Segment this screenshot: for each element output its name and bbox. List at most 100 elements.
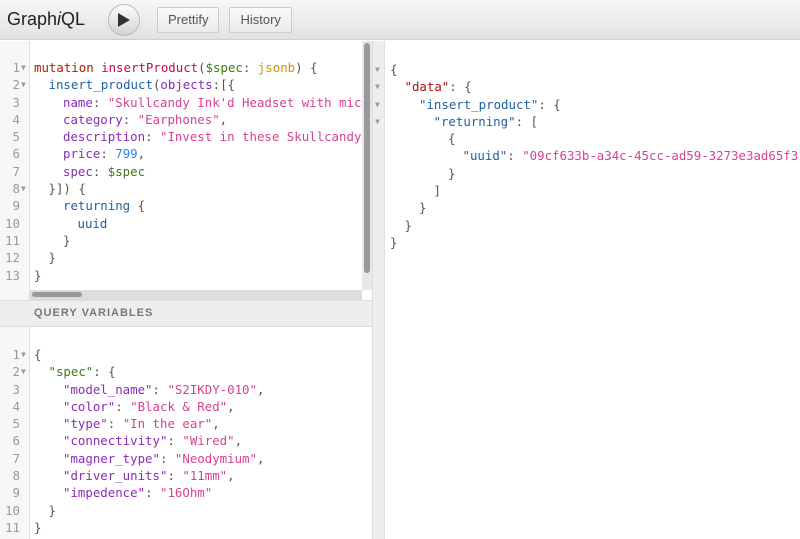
line-number: 7 (12, 163, 20, 179)
token-p: } (63, 232, 71, 248)
code-line: 5 "type": "In the ear", (0, 415, 372, 432)
code-text: returning { (34, 197, 145, 214)
token-p: } (404, 217, 412, 233)
code-text: "returning": [ (390, 113, 538, 130)
code-text: } (34, 267, 41, 284)
query-variables-title[interactable]: QUERY VARIABLES (0, 300, 372, 327)
variables-editor[interactable]: 1 ▼ {2 ▼ "spec": {3 "model_name": "S2IKDY-010… (0, 327, 372, 539)
query-horizontal-scrollbar[interactable] (30, 290, 362, 300)
toolbar: GraphiQL Prettify History (0, 0, 800, 40)
code-line: 13} (0, 267, 362, 284)
fold-arrow-icon[interactable]: ▼ (21, 59, 26, 76)
line-number: 5 (12, 416, 20, 432)
code-line: 6 price: 799, (0, 145, 362, 162)
scrollbar-thumb[interactable] (364, 43, 370, 273)
token-kw: mutation (34, 60, 102, 75)
prettify-button[interactable]: Prettify (157, 6, 220, 33)
token-p: { (390, 62, 398, 77)
token-var: $spec (205, 60, 243, 75)
token-p: : { (538, 96, 561, 112)
fold-arrow-icon[interactable]: ▼ (21, 76, 26, 93)
token-str: "Earphones" (137, 111, 220, 127)
code-text: } (34, 502, 56, 519)
token-p: } (419, 200, 427, 216)
code-text: } (34, 249, 56, 266)
code-text: }]) { (34, 180, 86, 197)
code-text: } (34, 519, 41, 536)
query-vertical-scrollbar[interactable] (362, 41, 372, 290)
code-line: 10 uuid (0, 215, 362, 232)
token-p: : (145, 129, 160, 145)
fold-arrow-icon[interactable]: ▼ (375, 113, 380, 130)
code-text: "model_name": "S2IKDY-010", (34, 381, 264, 398)
token-p: } (34, 519, 42, 535)
token-attr: "driver_units" (63, 468, 168, 484)
token-attr: "color" (63, 398, 116, 414)
code-line: 12} (0, 249, 362, 266)
code-text: { (34, 346, 41, 363)
code-text: uuid (34, 215, 108, 232)
scrollbar-thumb[interactable] (32, 292, 82, 297)
token-p: : (152, 381, 168, 397)
token-p: : { (449, 79, 472, 95)
code-text: "uuid": "09cf633b-a34c-45cc-ad59-3273e3a… (390, 147, 800, 164)
token-p: } (34, 267, 42, 283)
token-p: : (167, 468, 183, 484)
code-line: 7 spec: $spec (0, 163, 362, 180)
token-p: : (242, 60, 258, 75)
code-text: insert_product(objects:[{ (34, 76, 236, 93)
token-p: ( (198, 60, 206, 75)
token-p: , (227, 398, 235, 414)
token-attr: "impedence" (63, 485, 146, 501)
code-line: } (385, 234, 800, 251)
code-text: "type": "In the ear", (34, 415, 220, 432)
code-line: 8 "driver_units": "11mm", (0, 467, 372, 484)
code-text: description: "Invest in these Skullcandy… (34, 128, 362, 145)
token-str: "Skullcandy Ink'd Headset with mic" (107, 94, 362, 110)
fold-arrow-icon[interactable]: ▼ (375, 78, 380, 95)
code-line: 3 "model_name": "S2IKDY-010", (0, 381, 372, 398)
execute-query-button[interactable] (108, 3, 140, 36)
fold-arrow-icon[interactable]: ▼ (21, 346, 26, 363)
token-str: "11mm" (182, 468, 228, 484)
token-p: , (219, 111, 228, 127)
token-str: "Neodymium" (174, 450, 257, 466)
fold-arrow-icon[interactable]: ▼ (21, 180, 26, 197)
token-p: , (212, 416, 220, 432)
token-p: , (256, 381, 265, 397)
code-line: "uuid": "09cf633b-a34c-45cc-ad59-3273e3a… (385, 147, 800, 164)
token-rkey: "uuid" (462, 148, 508, 164)
fold-arrow-icon[interactable]: ▼ (375, 96, 380, 113)
code-line: 5 description: "Invest in these Skullcand… (0, 128, 362, 145)
token-str: "09cf633b-a34c-45cc-ad59-3273e3ad65f3" (522, 148, 800, 164)
token-attr: description (63, 129, 146, 145)
graphiql-logo: GraphiQL (7, 9, 103, 30)
token-var: $spec (107, 163, 146, 179)
history-button[interactable]: History (229, 6, 292, 33)
line-number: 3 (12, 94, 20, 110)
token-rkey: "returning" (433, 113, 516, 129)
line-number: 6 (12, 433, 20, 449)
fold-arrow-icon[interactable]: ▼ (375, 61, 380, 78)
line-number: 2 (12, 364, 20, 380)
token-attr: "connectivity" (63, 433, 168, 449)
token-p: : (507, 148, 523, 164)
token-var: "spec" (48, 364, 94, 380)
fold-arrow-icon[interactable]: ▼ (21, 363, 26, 380)
line-number: 12 (5, 250, 20, 266)
code-text: } (390, 217, 412, 234)
code-text: "data": { (390, 78, 472, 95)
code-line: } (385, 199, 800, 216)
token-attr: category (63, 111, 123, 127)
token-p: } (48, 250, 56, 266)
token-attr: spec (63, 163, 93, 179)
token-p: : (145, 485, 160, 501)
line-number: 10 (5, 502, 20, 518)
token-p: : { (93, 364, 116, 380)
code-line: ] (385, 182, 800, 199)
line-number: 11 (5, 519, 20, 535)
code-line: 1 ▼ mutation insertProduct($spec: jsonb) { (0, 59, 362, 76)
query-editor[interactable]: 1 ▼ mutation insertProduct($spec: jsonb) {… (0, 41, 362, 300)
token-type: jsonb (257, 60, 296, 75)
code-line: ▼ "insert_product": { (375, 96, 800, 113)
